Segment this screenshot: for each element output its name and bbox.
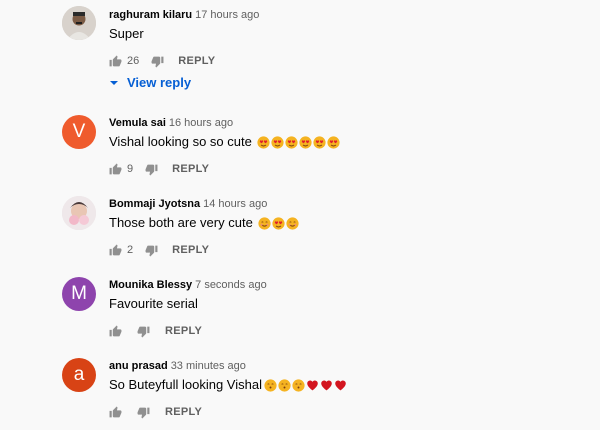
thumbs-down-icon[interactable] xyxy=(137,325,150,338)
comment-actions: 26 REPLY xyxy=(109,51,215,71)
comment-actions: 9 REPLY xyxy=(109,159,209,179)
avatar[interactable] xyxy=(62,196,96,230)
avatar[interactable] xyxy=(62,6,96,40)
avatar[interactable]: V xyxy=(62,115,96,149)
thumbs-down-icon[interactable] xyxy=(145,244,158,257)
thumbs-up-icon[interactable] xyxy=(109,244,122,257)
reply-button[interactable]: REPLY xyxy=(172,244,209,256)
avatar[interactable]: M xyxy=(62,277,96,311)
thumbs-down-icon[interactable] xyxy=(151,55,164,68)
view-reply-button[interactable]: View reply xyxy=(109,75,191,90)
heart-eyes-emoji-icon xyxy=(313,135,326,149)
profile-photo-icon xyxy=(62,196,96,230)
like-count: 9 xyxy=(127,163,134,175)
comment-text: Super xyxy=(109,25,144,43)
thumbs-up-icon[interactable] xyxy=(109,406,122,419)
red-heart-emoji-icon xyxy=(321,379,332,390)
heart-eyes-emoji-icon xyxy=(327,135,340,149)
comment-author[interactable]: Vemula sai xyxy=(109,117,166,129)
comment-actions: REPLY xyxy=(109,321,202,341)
comment-text-content: So Buteyfull looking Vishal xyxy=(109,377,262,392)
smiling-face-emoji-icon xyxy=(286,216,299,230)
comment-time[interactable]: 14 hours ago xyxy=(203,198,267,210)
smiling-face-emoji-icon xyxy=(258,216,271,230)
heart-eyes-emoji-icon xyxy=(272,216,285,230)
emoji-group xyxy=(263,378,347,392)
avatar[interactable]: a xyxy=(62,358,96,392)
heart-eyes-emoji-icon xyxy=(271,135,284,149)
comment-text-content: Vishal looking so so cute xyxy=(109,134,252,149)
comment-text-content: Those both are very cute xyxy=(109,215,253,230)
comment-author[interactable]: Mounika Blessy xyxy=(109,279,192,291)
view-reply-label: View reply xyxy=(127,75,192,90)
comment-text: Favourite serial xyxy=(109,295,198,313)
thumbs-up-icon[interactable] xyxy=(109,325,122,338)
thumbs-up-icon[interactable] xyxy=(109,163,122,176)
comment-actions: REPLY xyxy=(109,402,202,422)
profile-photo-icon xyxy=(62,6,96,40)
comment-time[interactable]: 17 hours ago xyxy=(195,9,259,21)
comment-time[interactable]: 16 hours ago xyxy=(169,117,233,129)
heart-eyes-emoji-icon xyxy=(285,135,298,149)
kissing-face-emoji-icon xyxy=(264,378,277,392)
thumbs-down-icon[interactable] xyxy=(145,163,158,176)
heart-eyes-emoji-icon xyxy=(299,135,312,149)
comment-text-content: Super xyxy=(109,26,144,41)
thumbs-down-icon[interactable] xyxy=(137,406,150,419)
comment-actions: 2 REPLY xyxy=(109,240,209,260)
avatar-letter: a xyxy=(73,364,85,385)
comment-text: Vishal looking so so cute xyxy=(109,133,340,151)
comment-author[interactable]: raghuram kilaru xyxy=(109,9,192,21)
kissing-face-emoji-icon xyxy=(278,378,291,392)
comment-text-content: Favourite serial xyxy=(109,296,198,311)
comment-time[interactable]: 33 minutes ago xyxy=(171,360,246,372)
comment-text: Those both are very cute xyxy=(109,214,299,232)
avatar-letter: M xyxy=(71,283,87,304)
comment-text: So Buteyfull looking Vishal xyxy=(109,376,347,394)
comment-author[interactable]: Bommaji Jyotsna xyxy=(109,198,200,210)
kissing-face-emoji-icon xyxy=(292,378,305,392)
reply-button[interactable]: REPLY xyxy=(165,406,202,418)
reply-button[interactable]: REPLY xyxy=(172,163,209,175)
caret-down-icon xyxy=(109,78,119,88)
like-count: 26 xyxy=(127,55,140,67)
red-heart-emoji-icon xyxy=(307,379,318,390)
like-count: 2 xyxy=(127,244,134,256)
reply-button[interactable]: REPLY xyxy=(165,325,202,337)
red-heart-emoji-icon xyxy=(335,379,346,390)
emoji-group xyxy=(256,135,340,149)
comment-author[interactable]: anu prasad xyxy=(109,360,168,372)
avatar-letter: V xyxy=(72,121,86,142)
heart-eyes-emoji-icon xyxy=(257,135,270,149)
thumbs-up-icon[interactable] xyxy=(109,55,122,68)
reply-button[interactable]: REPLY xyxy=(178,55,215,67)
comment-time[interactable]: 7 seconds ago xyxy=(195,279,267,291)
emoji-group xyxy=(257,216,299,230)
